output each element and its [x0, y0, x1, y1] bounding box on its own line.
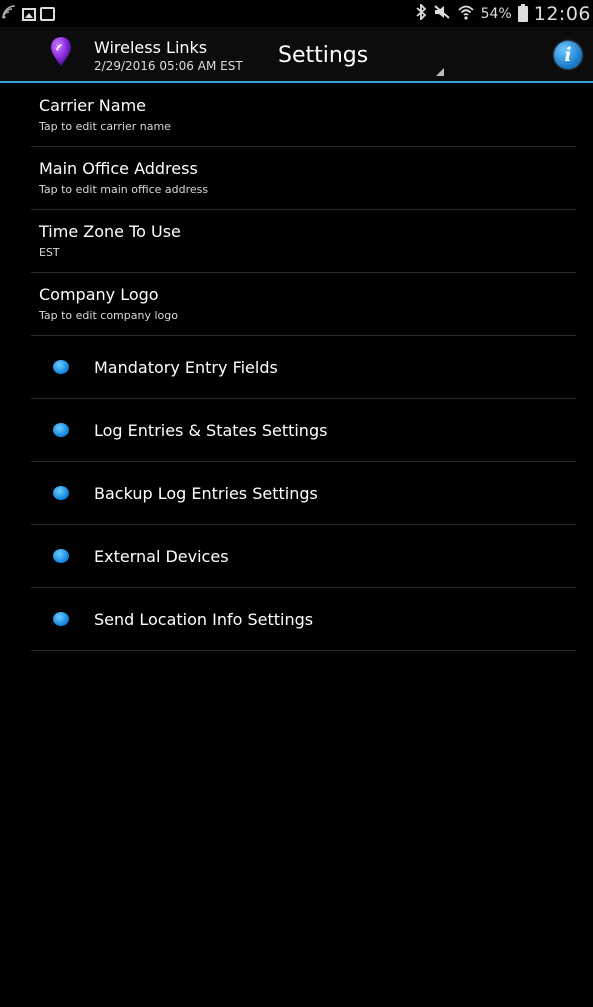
setting-label: Mandatory Entry Fields	[94, 358, 278, 377]
app-name: Wireless Links	[94, 38, 208, 57]
setting-label: External Devices	[94, 547, 229, 566]
status-bar: 54% 12:06	[0, 0, 593, 27]
setting-send-location-info[interactable]: Send Location Info Settings	[31, 588, 576, 651]
battery-icon	[517, 3, 528, 22]
setting-title: Company Logo	[39, 285, 159, 304]
setting-carrier-name[interactable]: Carrier Name Tap to edit carrier name	[31, 84, 576, 147]
setting-label: Send Location Info Settings	[94, 610, 314, 629]
setting-external-devices[interactable]: External Devices	[31, 525, 576, 588]
signal-icon	[2, 5, 18, 23]
settings-list: Carrier Name Tap to edit carrier name Ma…	[31, 84, 576, 651]
action-bar: Wireless Links 2/29/2016 05:06 AM EST Se…	[0, 27, 593, 83]
wifi-icon	[457, 3, 475, 25]
bluetooth-icon	[415, 2, 427, 24]
system-icons: 54% 12:06	[415, 0, 591, 27]
setting-subtitle: Tap to edit company logo	[39, 309, 178, 322]
setting-title: Carrier Name	[39, 96, 147, 115]
mute-icon	[433, 4, 451, 24]
setting-mandatory-entry-fields[interactable]: Mandatory Entry Fields	[31, 336, 576, 399]
setting-log-entries-states[interactable]: Log Entries & States Settings	[31, 399, 576, 462]
setting-company-logo[interactable]: Company Logo Tap to edit company logo	[31, 273, 576, 336]
setting-main-office-address[interactable]: Main Office Address Tap to edit main off…	[31, 147, 576, 210]
app-logo-icon[interactable]	[50, 37, 72, 67]
setting-backup-log-entries[interactable]: Backup Log Entries Settings	[31, 462, 576, 525]
setting-time-zone[interactable]: Time Zone To Use EST	[31, 210, 576, 273]
picture-notification-icon	[22, 7, 36, 21]
setting-label: Log Entries & States Settings	[94, 421, 328, 440]
setting-title: Main Office Address	[39, 159, 198, 178]
bullet-icon	[53, 360, 69, 374]
screen-title[interactable]: Settings	[278, 43, 368, 68]
setting-subtitle: Tap to edit carrier name	[39, 120, 171, 133]
bullet-icon	[53, 549, 69, 563]
battery-percent: 54%	[480, 5, 512, 22]
bag-notification-icon	[40, 7, 55, 21]
info-button[interactable]: i	[554, 41, 582, 69]
setting-subtitle: EST	[39, 246, 60, 259]
bullet-icon	[53, 423, 69, 437]
dropdown-indicator-icon[interactable]	[436, 68, 444, 76]
setting-title: Time Zone To Use	[39, 222, 181, 241]
bullet-icon	[53, 612, 69, 626]
bullet-icon	[53, 486, 69, 500]
notification-icons	[2, 4, 55, 24]
clock: 12:06	[533, 2, 591, 25]
app-datetime: 2/29/2016 05:06 AM EST	[94, 59, 243, 73]
setting-subtitle: Tap to edit main office address	[39, 183, 209, 196]
setting-label: Backup Log Entries Settings	[94, 484, 318, 503]
